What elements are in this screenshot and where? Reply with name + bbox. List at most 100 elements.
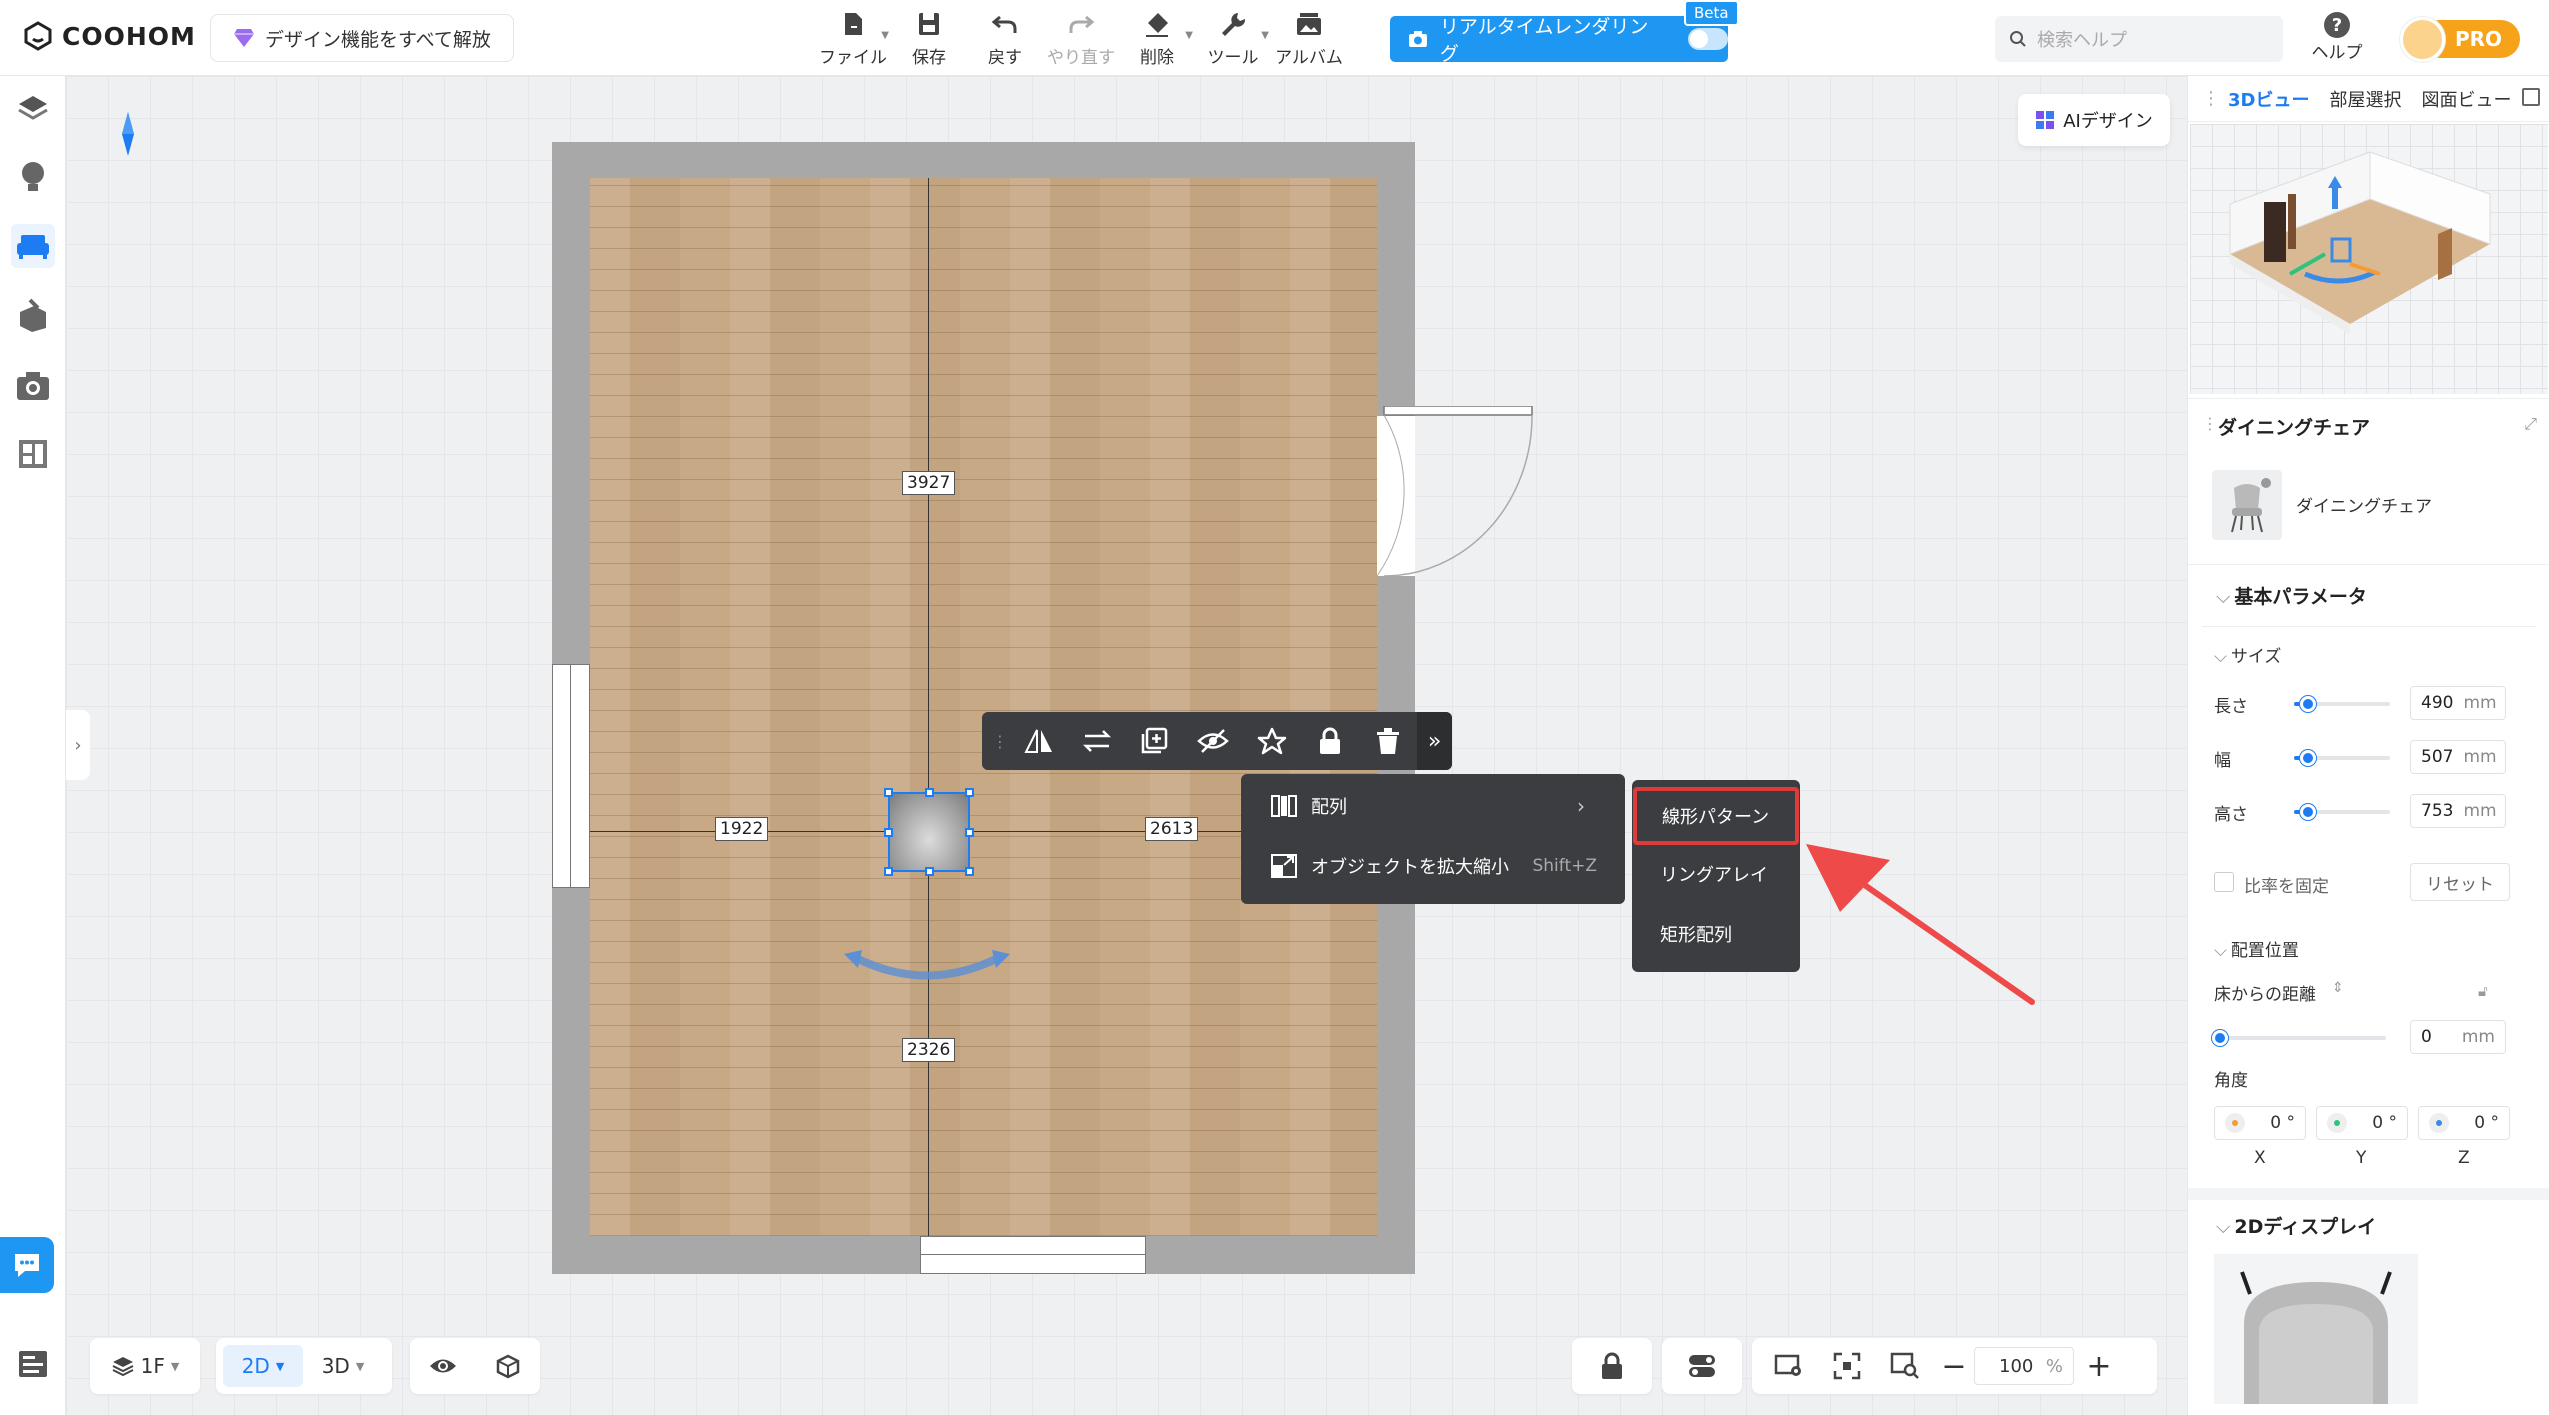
height-slider[interactable] — [2294, 804, 2390, 820]
angle-z-input[interactable]: 0 ° — [2418, 1106, 2510, 1140]
mini-3d-preview[interactable] — [2190, 124, 2548, 394]
drag-handle-icon[interactable]: ⋮ — [2202, 88, 2220, 109]
dimension-right[interactable]: 2613 — [1145, 817, 1199, 841]
bottom-window[interactable] — [920, 1236, 1146, 1274]
cube-view-button[interactable] — [475, 1338, 540, 1394]
menu-item-array[interactable]: 配列 › — [1241, 776, 1625, 836]
mode-3d-button[interactable]: 3D ▼ — [303, 1338, 383, 1394]
save-button[interactable]: 保存 — [891, 8, 967, 68]
tab-plan-view[interactable]: 図面ビュー — [2421, 86, 2511, 112]
lock-canvas-button[interactable] — [1572, 1338, 1652, 1394]
chat-button[interactable] — [0, 1237, 54, 1293]
help-button[interactable]: ? ヘルプ — [2310, 12, 2364, 63]
height-input[interactable]: 753 mm — [2410, 794, 2506, 828]
dimension-bottom[interactable]: 2326 — [902, 1038, 956, 1062]
sidebar-build-icon[interactable] — [11, 86, 55, 130]
floor-distance-slider[interactable] — [2212, 1030, 2386, 1046]
avatar[interactable] — [2400, 17, 2445, 62]
dimension-top[interactable]: 3927 — [902, 471, 956, 495]
mode-2d-button[interactable]: 2D ▼ — [223, 1345, 303, 1387]
door-swing[interactable] — [1377, 406, 1537, 586]
submenu-rect-array[interactable]: 矩形配列 — [1632, 904, 1800, 964]
width-input[interactable]: 507 mm — [2410, 740, 2506, 774]
design-canvas[interactable]: AIデザイン 3927 1922 2613 2326 ⋮ » 配列 › オブジェ… — [66, 76, 2187, 1415]
sidebar-list-icon[interactable] — [11, 1342, 55, 1386]
basic-params-header[interactable]: ⌵ 基本パラメータ — [2216, 582, 2367, 609]
slider-knob[interactable] — [2300, 750, 2316, 766]
favorite-button[interactable] — [1242, 712, 1300, 770]
length-input[interactable]: 490 mm — [2410, 686, 2506, 720]
dimension-left[interactable]: 1922 — [715, 817, 769, 841]
delete-button[interactable] — [1359, 712, 1417, 770]
more-options-button[interactable]: » — [1417, 712, 1453, 770]
popout-icon[interactable] — [2522, 88, 2540, 106]
length-slider[interactable] — [2294, 696, 2390, 712]
width-slider[interactable] — [2294, 750, 2390, 766]
submenu-linear-pattern[interactable]: 線形パターン — [1633, 787, 1799, 845]
floor-distance-input[interactable]: 0 mm — [2410, 1020, 2506, 1054]
resize-handle[interactable] — [965, 828, 974, 837]
tab-3d-view[interactable]: 3Dビュー — [2228, 86, 2309, 112]
view-settings-button[interactable] — [1760, 1338, 1818, 1394]
realtime-rendering-button[interactable]: リアルタイムレンダリング — [1390, 16, 1728, 65]
zoom-input[interactable]: 100 % — [1974, 1347, 2074, 1385]
drag-handle-icon[interactable]: ⋮ — [992, 732, 1009, 751]
fit-view-button[interactable] — [1818, 1338, 1876, 1394]
sort-icon[interactable]: ⇕ — [2332, 980, 2344, 996]
placement-header[interactable]: ⌵ 配置位置 — [2214, 936, 2299, 961]
expand-icon[interactable]: ⤢ — [2524, 414, 2537, 434]
resize-handle[interactable] — [965, 788, 974, 797]
sidebar-furniture-icon[interactable] — [11, 224, 55, 268]
sidebar-materials-icon[interactable] — [11, 294, 55, 338]
slider-knob[interactable] — [2300, 804, 2316, 820]
logo[interactable]: COOHOM — [22, 20, 196, 52]
object-thumbnail[interactable] — [2212, 470, 2282, 540]
angle-y-input[interactable]: 0 ° — [2316, 1106, 2408, 1140]
toggle-settings-button[interactable] — [1662, 1338, 1742, 1394]
replace-button[interactable] — [1068, 712, 1126, 770]
slider-knob[interactable] — [2212, 1030, 2228, 1046]
display-2d-preview[interactable] — [2214, 1254, 2418, 1404]
undo-button[interactable]: 戻す — [967, 8, 1043, 68]
zoom-out-button[interactable]: − — [1934, 1338, 1974, 1394]
zoom-in-button[interactable]: + — [2074, 1338, 2124, 1394]
hide-button[interactable] — [1184, 712, 1242, 770]
delete-menu-button[interactable]: 削除 ▼ — [1119, 8, 1195, 68]
dining-chair-selected[interactable] — [884, 788, 974, 876]
floor-selector[interactable]: 1F ▼ — [90, 1338, 200, 1394]
room-floor[interactable] — [590, 178, 1377, 1236]
menu-item-scale[interactable]: オブジェクトを拡大縮小 Shift+Z — [1241, 836, 1625, 896]
redo-button[interactable]: やり直す — [1043, 8, 1119, 68]
lock-button[interactable] — [1301, 712, 1359, 770]
size-header[interactable]: ⌵ サイズ — [2214, 642, 2281, 667]
file-menu-button[interactable]: ファイル ▼ — [815, 8, 891, 68]
search-help-input[interactable]: 検索ヘルプ — [1995, 16, 2283, 62]
tools-menu-button[interactable]: ツール ▼ — [1195, 8, 1271, 68]
resize-handle[interactable] — [925, 867, 934, 876]
compass-icon[interactable] — [120, 112, 136, 156]
album-button[interactable]: アルバム — [1271, 8, 1347, 68]
slider-knob[interactable] — [2300, 696, 2316, 712]
display-2d-header[interactable]: ⌵ 2Dディスプレイ — [2216, 1212, 2376, 1239]
visibility-button[interactable] — [410, 1338, 475, 1394]
angle-x-input[interactable]: 0 ° — [2214, 1106, 2306, 1140]
sidebar-expand-button[interactable]: › — [66, 710, 90, 780]
left-window[interactable] — [552, 664, 590, 888]
resize-handle[interactable] — [925, 788, 934, 797]
zoom-selection-button[interactable] — [1876, 1338, 1934, 1394]
resize-handle[interactable] — [965, 867, 974, 876]
duplicate-button[interactable] — [1126, 712, 1184, 770]
sidebar-camera-icon[interactable] — [11, 364, 55, 408]
drag-handle-icon[interactable]: ⋮ — [2202, 414, 2218, 433]
render-toggle[interactable] — [1688, 28, 1728, 50]
resize-handle[interactable] — [884, 867, 893, 876]
rotate-handle-icon[interactable] — [842, 948, 1012, 988]
unlock-icon[interactable]: 🔓︎ — [2478, 982, 2488, 1000]
submenu-ring-array[interactable]: リングアレイ — [1632, 844, 1800, 904]
ai-design-button[interactable]: AIデザイン — [2018, 94, 2170, 146]
sidebar-light-icon[interactable] — [11, 154, 55, 198]
unlock-design-button[interactable]: デザイン機能をすべて解放 — [210, 14, 514, 62]
tab-room-select[interactable]: 部屋選択 — [2329, 86, 2401, 112]
reset-button[interactable]: リセット — [2410, 863, 2510, 901]
mirror-button[interactable] — [1009, 712, 1067, 770]
